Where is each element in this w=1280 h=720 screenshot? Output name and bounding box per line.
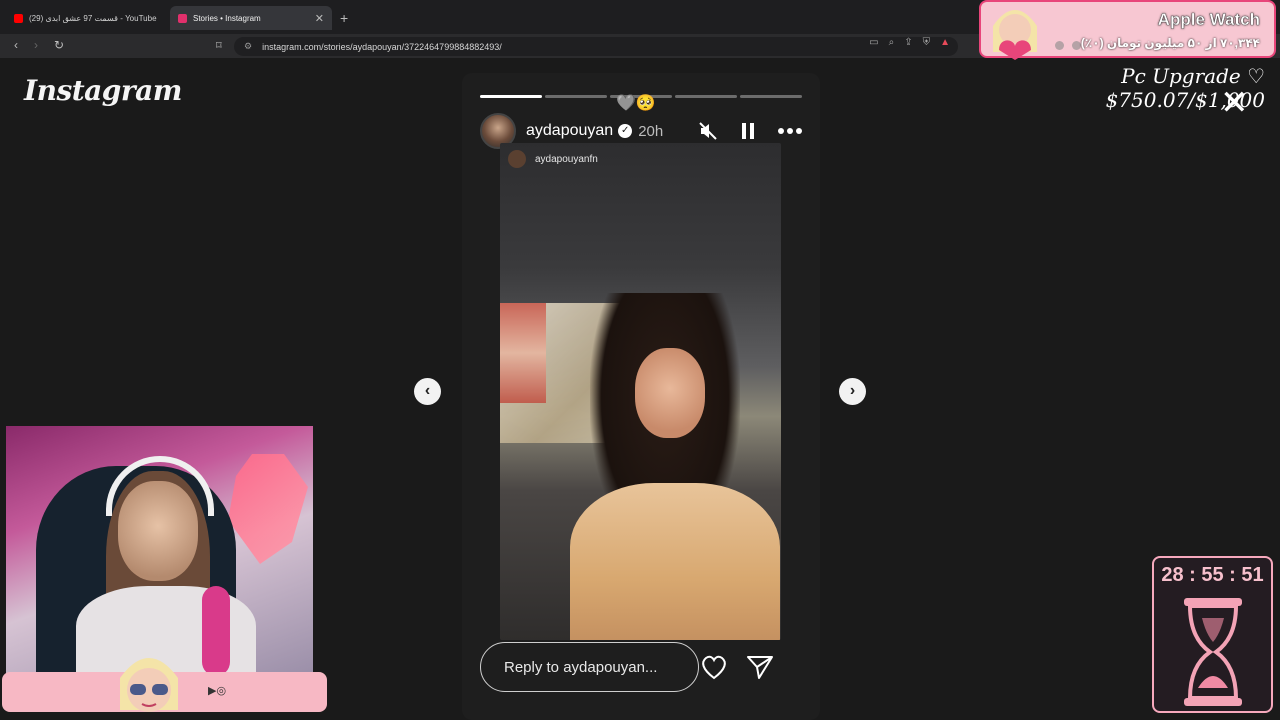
goal-title: Apple Watch xyxy=(1157,10,1261,29)
instagram-logo[interactable]: Instagram xyxy=(24,74,182,107)
repost-username: aydapouyanfn xyxy=(535,153,598,165)
tab-title: (29) قسمت 97 عشق ابدی - YouTube xyxy=(29,13,157,23)
progress-segment xyxy=(740,95,802,98)
story-actions xyxy=(700,654,774,680)
youtube-icon xyxy=(14,13,23,23)
timer-text: 28 : 55 : 51 xyxy=(1161,564,1264,586)
hourglass-icon xyxy=(1184,598,1242,706)
reload-icon[interactable]: ↻ xyxy=(54,38,64,52)
back-icon[interactable]: ‹ xyxy=(14,38,18,52)
hexagon-light-panel xyxy=(228,454,308,564)
site-settings-icon[interactable]: ⚙ xyxy=(244,41,252,52)
share-icon[interactable]: ⇪ xyxy=(904,37,912,48)
send-icon[interactable] xyxy=(746,654,774,680)
verified-badge-icon: ✓ xyxy=(618,124,633,138)
more-options-icon[interactable] xyxy=(778,127,802,135)
progress-segment xyxy=(545,95,607,98)
headset xyxy=(106,456,214,516)
next-story-button[interactable]: › xyxy=(839,378,866,405)
story-face xyxy=(635,348,705,438)
tab-instagram[interactable]: Stories • Instagram ✕ xyxy=(170,6,332,30)
repost-avatar xyxy=(508,150,526,168)
story-frame: 🩶🥺 aydapouyan ✓ 20h aydapouyanfn Reply t… xyxy=(462,73,820,720)
story-footer: Reply to aydapouyan... xyxy=(480,641,802,693)
social-icons: ▶◎ xyxy=(208,685,227,697)
url-text: instagram.com/stories/aydapouyan/3722464… xyxy=(262,41,502,52)
bookmark-icon[interactable]: ⌑ xyxy=(216,39,222,52)
story-body xyxy=(570,483,780,640)
streamer-webcam xyxy=(6,426,313,676)
repost-attribution[interactable]: aydapouyanfn xyxy=(508,150,598,168)
window-sticker xyxy=(500,303,546,403)
zoom-icon[interactable]: ⌕ xyxy=(889,37,895,48)
cast-icon[interactable]: ▭ xyxy=(869,37,878,48)
shield-icon[interactable]: ⛨ xyxy=(923,37,931,48)
tab-title: Stories • Instagram xyxy=(193,13,261,23)
rewards-icon[interactable]: ▲ xyxy=(940,37,950,48)
chibi-avatar-icon xyxy=(993,10,1037,60)
screen: (29) قسمت 97 عشق ابدی - YouTube Stories … xyxy=(0,0,1280,720)
forward-icon[interactable]: › xyxy=(34,38,38,52)
tab-youtube[interactable]: (29) قسمت 97 عشق ابدی - YouTube xyxy=(6,6,166,30)
progress-segment xyxy=(675,95,737,98)
donation-goal-card: Apple Watch ۷۰,۳۴۴ از ۵۰ میلیون تومان (۰… xyxy=(979,0,1276,60)
chibi-avatar-icon xyxy=(120,658,178,712)
previous-story-button[interactable]: ‹ xyxy=(414,378,441,405)
progress-segment xyxy=(480,95,542,98)
story-username[interactable]: aydapouyan xyxy=(526,122,613,140)
story-controls xyxy=(698,121,802,141)
story-time: 20h xyxy=(638,122,664,140)
instagram-icon xyxy=(178,13,187,23)
like-heart-icon[interactable] xyxy=(700,654,728,680)
emoji-reaction: 🩶🥺 xyxy=(616,95,656,112)
subathon-timer: 28 : 55 : 51 xyxy=(1152,556,1273,713)
story-image[interactable]: aydapouyanfn xyxy=(500,143,781,640)
close-tab-icon[interactable]: ✕ xyxy=(315,12,324,25)
pause-icon[interactable] xyxy=(740,122,756,140)
toolbar-icons: ▭ ⌕ ⇪ ⛨ ▲ xyxy=(869,37,950,48)
new-tab-button[interactable]: + xyxy=(340,10,348,26)
address-bar[interactable]: ⚙ instagram.com/stories/aydapouyan/37224… xyxy=(234,37,958,56)
microphone xyxy=(202,586,230,676)
close-story-icon[interactable]: ✕ xyxy=(1220,86,1249,120)
muted-icon[interactable] xyxy=(698,121,718,141)
goal-dots xyxy=(1055,41,1081,50)
reply-input[interactable]: Reply to aydapouyan... xyxy=(480,642,699,692)
goal-progress-text: ۷۰,۳۴۴ از ۵۰ میلیون تومان (۰٪) xyxy=(1080,36,1260,50)
